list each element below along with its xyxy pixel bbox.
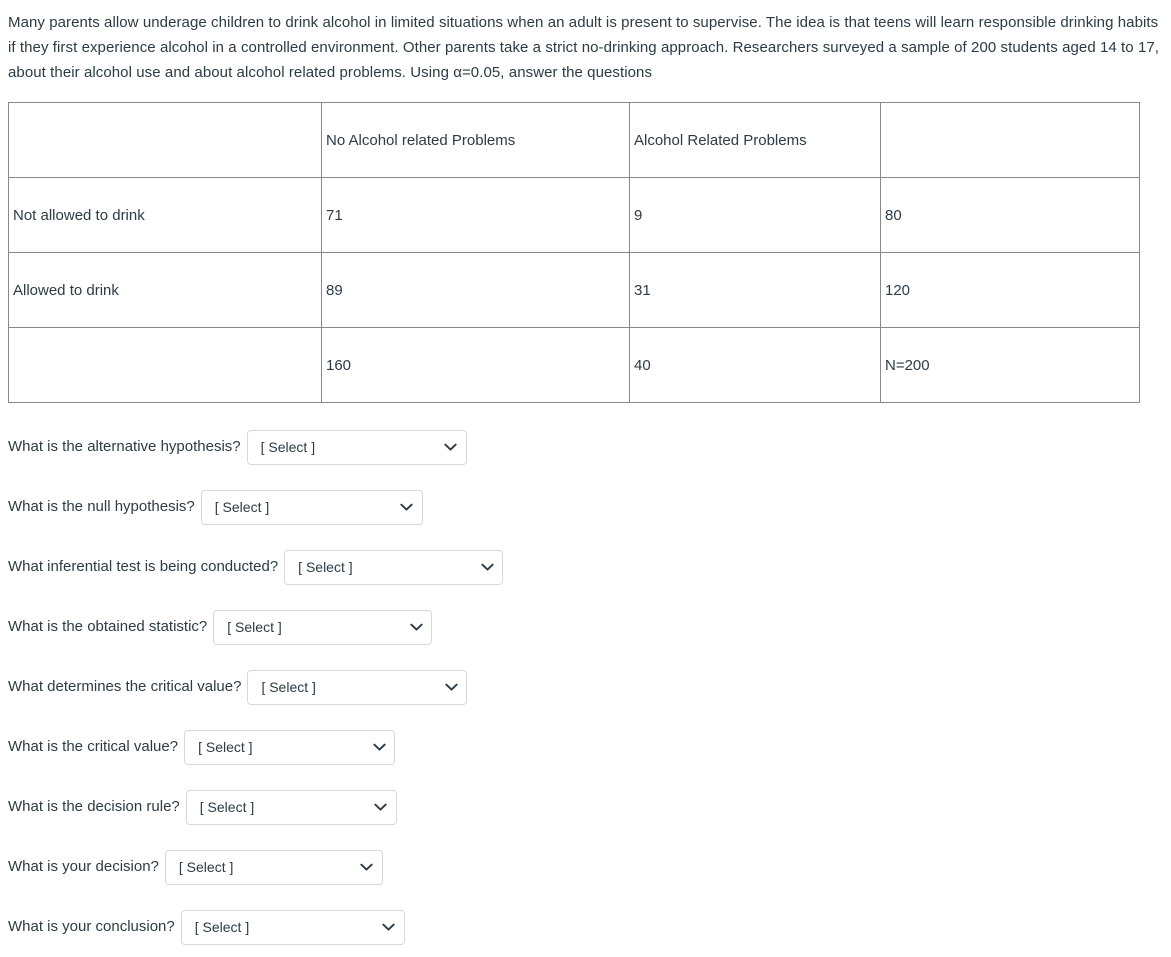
select-value: [ Select ]	[214, 499, 270, 515]
question-label: What is the decision rule?	[8, 798, 180, 815]
question-row-null-hypothesis: What is the null hypothesis? [ Select ]	[0, 477, 1171, 537]
question-row-determines-critical-value: What determines the critical value? [ Se…	[0, 657, 1171, 717]
table-header-cell-problems: Alcohol Related Problems	[629, 102, 881, 178]
question-row-decision: What is your decision? [ Select ]	[0, 837, 1171, 897]
table-header-cell-no-problems: No Alcohol related Problems	[321, 102, 630, 178]
chevron-down-icon	[356, 863, 382, 872]
question-row-obtained-statistic: What is the obtained statistic? [ Select…	[0, 597, 1171, 657]
question-label: What is your conclusion?	[8, 918, 175, 935]
select-alternative-hypothesis[interactable]: [ Select ]	[246, 429, 467, 465]
table-row: Allowed to drink 89 31 120	[8, 252, 1140, 328]
select-determines-critical-value[interactable]: [ Select ]	[247, 669, 468, 705]
select-conclusion[interactable]: [ Select ]	[180, 909, 405, 945]
cell-not-allowed-problems: 9	[629, 177, 881, 253]
select-value: [ Select ]	[260, 439, 316, 455]
cell-allowed-no-problems: 89	[321, 252, 630, 328]
question-prompt: Many parents allow underage children to …	[8, 14, 1160, 81]
table-body: No Alcohol related Problems Alcohol Rela…	[8, 102, 1140, 403]
cell-not-allowed-total: 80	[880, 177, 1140, 253]
questions-list: What is the alternative hypothesis? [ Se…	[0, 417, 1171, 957]
chevron-down-icon	[440, 683, 466, 692]
contingency-table: No Alcohol related Problems Alcohol Rela…	[8, 102, 1140, 403]
select-value: [ Select ]	[199, 799, 255, 815]
select-obtained-statistic[interactable]: [ Select ]	[213, 609, 433, 645]
cell-allowed-total: 120	[880, 252, 1140, 328]
select-value: [ Select ]	[298, 559, 353, 575]
select-value: [ Select ]	[261, 679, 316, 695]
cell-total-problems: 40	[629, 327, 881, 403]
chevron-down-icon	[368, 743, 394, 752]
question-label: What determines the critical value?	[8, 678, 242, 695]
question-row-decision-rule: What is the decision rule? [ Select ]	[0, 777, 1171, 837]
row-label-not-allowed: Not allowed to drink	[8, 177, 322, 253]
chevron-down-icon	[440, 443, 466, 452]
question-page: Many parents allow underage children to …	[0, 0, 1171, 957]
select-null-hypothesis[interactable]: [ Select ]	[200, 489, 423, 525]
row-label-total-blank	[8, 327, 322, 403]
cell-grand-total: N=200	[880, 327, 1140, 403]
question-row-conclusion: What is your conclusion? [ Select ]	[0, 897, 1171, 957]
question-label: What is the critical value?	[8, 738, 179, 755]
select-value: [ Select ]	[178, 859, 234, 875]
select-inferential-test[interactable]: [ Select ]	[284, 549, 504, 585]
chevron-down-icon	[405, 623, 431, 632]
select-value: [ Select ]	[227, 619, 282, 635]
question-row-alternative-hypothesis: What is the alternative hypothesis? [ Se…	[0, 417, 1171, 477]
chevron-down-icon	[396, 503, 422, 512]
table-header-cell-blank-left	[8, 102, 322, 178]
table-row: Not allowed to drink 71 9 80	[8, 177, 1140, 253]
chevron-down-icon	[370, 803, 396, 812]
cell-not-allowed-no-problems: 71	[321, 177, 630, 253]
chevron-down-icon	[378, 923, 404, 932]
select-value: [ Select ]	[194, 919, 250, 935]
select-decision-rule[interactable]: [ Select ]	[185, 789, 397, 825]
select-value: [ Select ]	[198, 739, 253, 755]
cell-total-no-problems: 160	[321, 327, 630, 403]
question-row-critical-value: What is the critical value? [ Select ]	[0, 717, 1171, 777]
table-header-row: No Alcohol related Problems Alcohol Rela…	[8, 102, 1140, 178]
question-row-inferential-test: What inferential test is being conducted…	[0, 537, 1171, 597]
table-header-cell-blank-right	[880, 102, 1140, 178]
select-critical-value[interactable]: [ Select ]	[184, 729, 396, 765]
question-label: What is your decision?	[8, 858, 159, 875]
cell-allowed-problems: 31	[629, 252, 881, 328]
table-total-row: 160 40 N=200	[8, 327, 1140, 403]
question-label: What is the alternative hypothesis?	[8, 438, 241, 455]
question-label: What inferential test is being conducted…	[8, 558, 279, 575]
select-decision[interactable]: [ Select ]	[164, 849, 383, 885]
row-label-allowed: Allowed to drink	[8, 252, 322, 328]
question-label: What is the obtained statistic?	[8, 618, 208, 635]
question-label: What is the null hypothesis?	[8, 498, 195, 515]
chevron-down-icon	[476, 563, 502, 572]
